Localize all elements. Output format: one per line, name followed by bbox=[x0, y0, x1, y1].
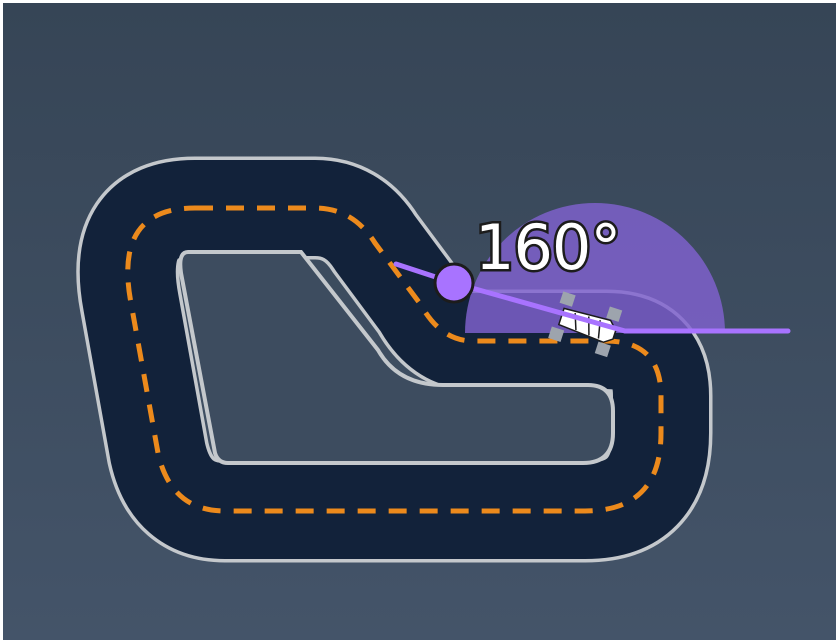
heading-angle-label: 160° bbox=[475, 211, 620, 284]
waypoint-marker-icon[interactable] bbox=[433, 262, 475, 304]
track-canvas: 160° bbox=[3, 3, 836, 640]
track-visualization-frame: 160° bbox=[0, 0, 839, 643]
track-map: 160° bbox=[3, 3, 836, 640]
